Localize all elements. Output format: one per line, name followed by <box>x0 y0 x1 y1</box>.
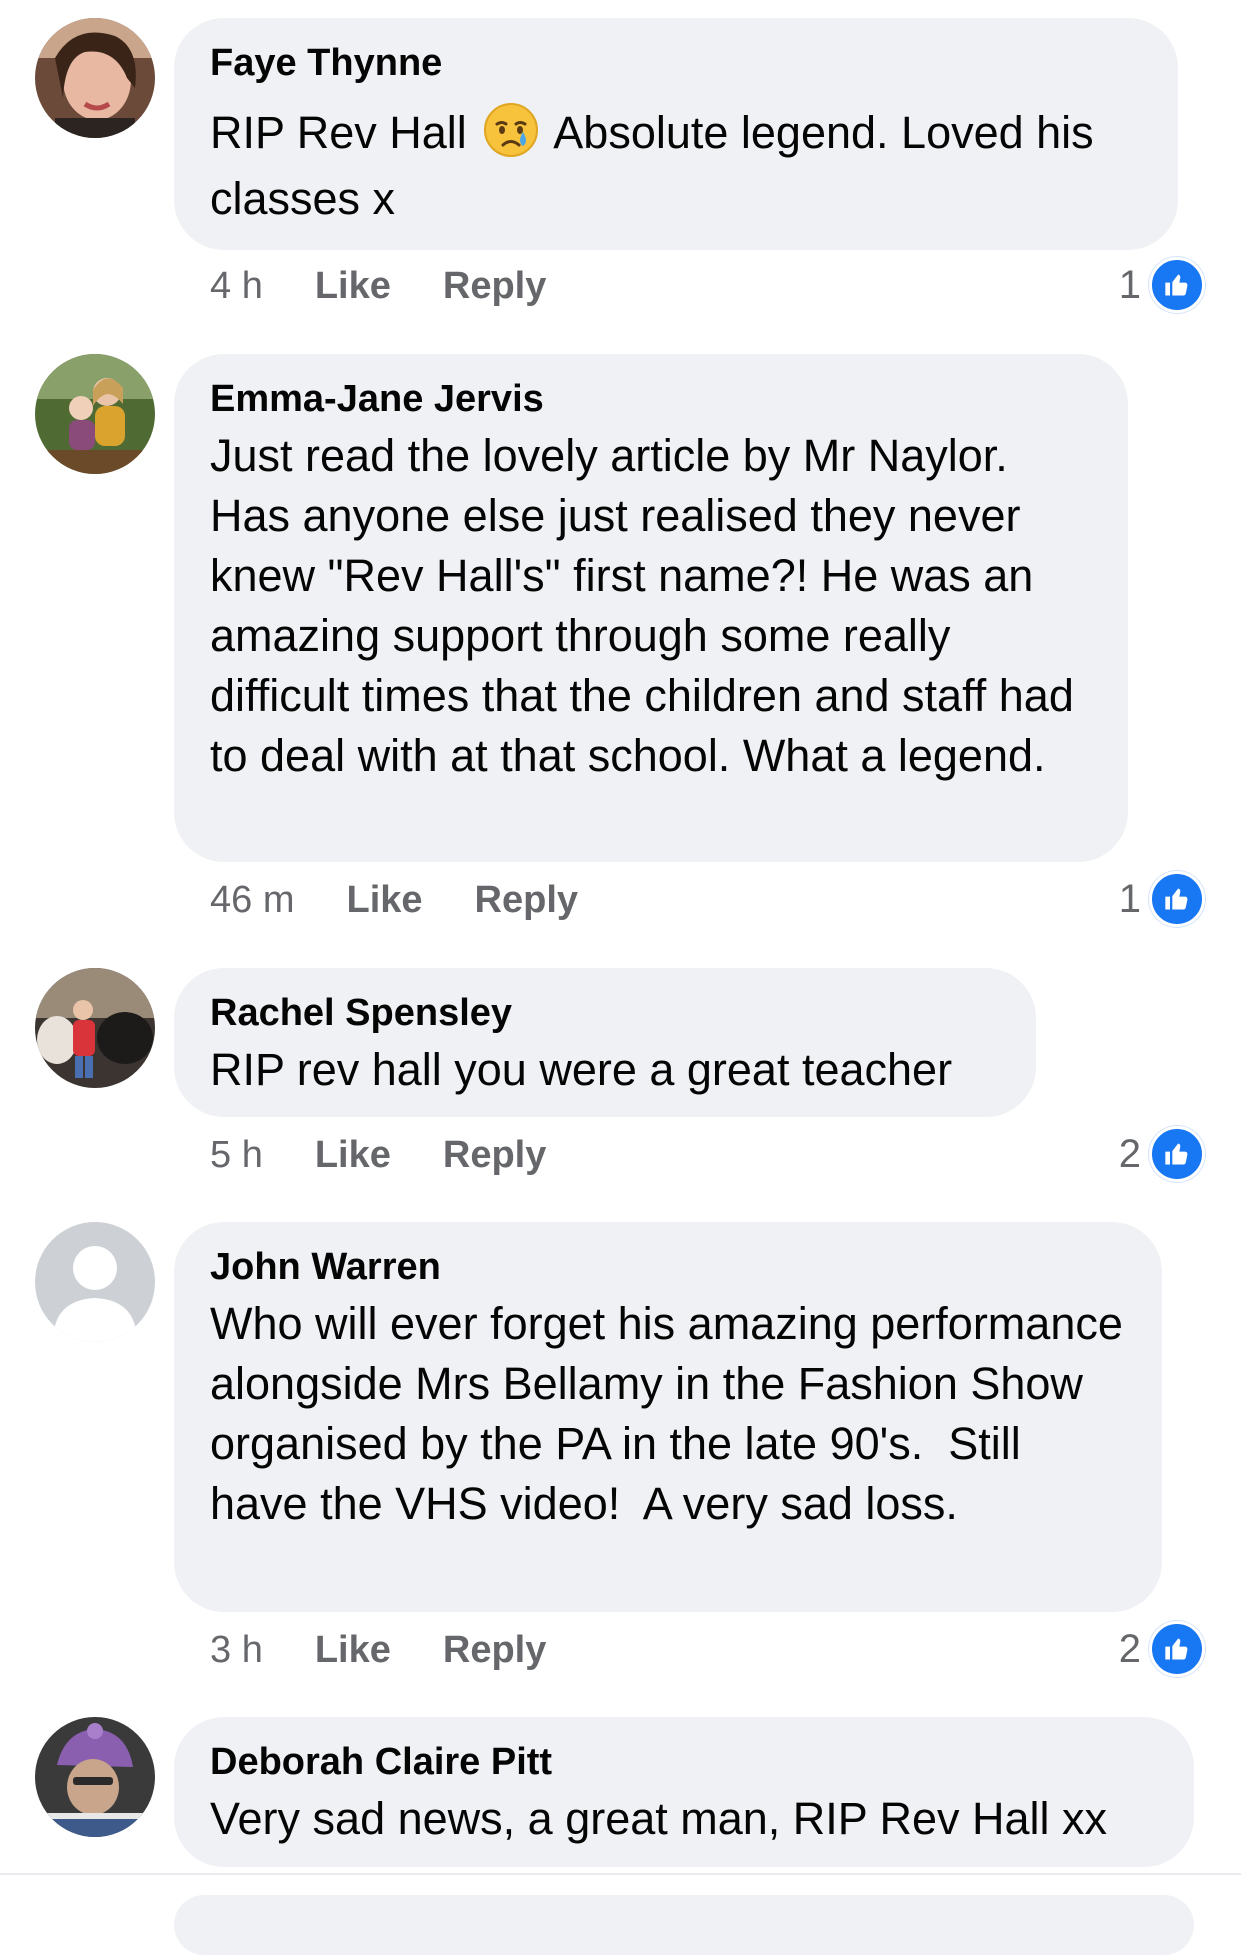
comment-actions: 4 h Like Reply <box>210 261 598 311</box>
like-button[interactable]: Like <box>346 875 422 925</box>
comment-actions: 5 h Like Reply <box>210 1130 598 1180</box>
comment-text: RIP Rev Hall Absolute legend. Loved his … <box>210 100 1142 232</box>
comment-bubble: Emma-Jane Jervis Just read the lovely ar… <box>174 354 1128 862</box>
like-button[interactable]: Like <box>315 261 391 311</box>
comment-text: RIP rev hall you were a great teacher <box>210 1044 953 1095</box>
avatar[interactable] <box>35 354 155 474</box>
like-button[interactable]: Like <box>315 1625 391 1675</box>
reaction-count: 1 <box>1118 262 1141 307</box>
thumbs-up-icon <box>1149 871 1205 927</box>
reply-button[interactable]: Reply <box>443 1130 546 1180</box>
comment-bubble <box>174 1895 1194 1955</box>
reaction-count: 1 <box>1118 876 1141 921</box>
comment-text-part: RIP Rev Hall <box>210 107 480 158</box>
comment-bubble: John Warren Who will ever forget his ama… <box>174 1222 1162 1612</box>
comment-actions: 3 h Like Reply <box>210 1625 598 1675</box>
comment-timestamp[interactable]: 5 h <box>210 1130 263 1180</box>
reply-button[interactable]: Reply <box>475 875 578 925</box>
comment-text: Very sad news, a great man, RIP Rev Hall… <box>210 1793 1108 1844</box>
reply-button[interactable]: Reply <box>443 1625 546 1675</box>
reaction-count: 2 <box>1118 1131 1141 1176</box>
comment-text: Just read the lovely article by Mr Naylo… <box>210 430 1074 781</box>
comment-author[interactable]: John Warren <box>210 1244 1126 1290</box>
comment-author[interactable]: Emma-Jane Jervis <box>210 376 1092 422</box>
avatar[interactable] <box>35 968 155 1088</box>
divider <box>0 1873 1241 1875</box>
avatar[interactable] <box>35 1222 155 1342</box>
comment-bubble: Faye Thynne RIP Rev Hall Absolute legend… <box>174 18 1178 250</box>
comment-author[interactable]: Rachel Spensley <box>210 990 1000 1036</box>
thumbs-up-icon <box>1149 1126 1205 1182</box>
avatar[interactable] <box>35 18 155 138</box>
comment-timestamp[interactable]: 46 m <box>210 875 294 925</box>
reaction-summary[interactable]: 1 <box>1118 257 1205 313</box>
reaction-summary[interactable]: 2 <box>1118 1621 1205 1677</box>
like-button[interactable]: Like <box>315 1130 391 1180</box>
reply-button[interactable]: Reply <box>443 261 546 311</box>
crying-face-emoji-icon <box>483 102 539 158</box>
avatar[interactable] <box>35 1717 155 1837</box>
thumbs-up-icon <box>1149 257 1205 313</box>
comment-author[interactable]: Deborah Claire Pitt <box>210 1739 1158 1785</box>
reaction-count: 2 <box>1118 1626 1141 1671</box>
reaction-summary[interactable]: 2 <box>1118 1126 1205 1182</box>
thumbs-up-icon <box>1149 1621 1205 1677</box>
comment-timestamp[interactable]: 3 h <box>210 1625 263 1675</box>
comment-bubble: Deborah Claire Pitt Very sad news, a gre… <box>174 1717 1194 1867</box>
comment-bubble: Rachel Spensley RIP rev hall you were a … <box>174 968 1036 1117</box>
comment-timestamp[interactable]: 4 h <box>210 261 263 311</box>
comment-text: Who will ever forget his amazing perform… <box>210 1298 1136 1529</box>
comment-actions: 46 m Like Reply <box>210 875 630 925</box>
comment-author[interactable]: Faye Thynne <box>210 40 1142 86</box>
reaction-summary[interactable]: 1 <box>1118 871 1205 927</box>
